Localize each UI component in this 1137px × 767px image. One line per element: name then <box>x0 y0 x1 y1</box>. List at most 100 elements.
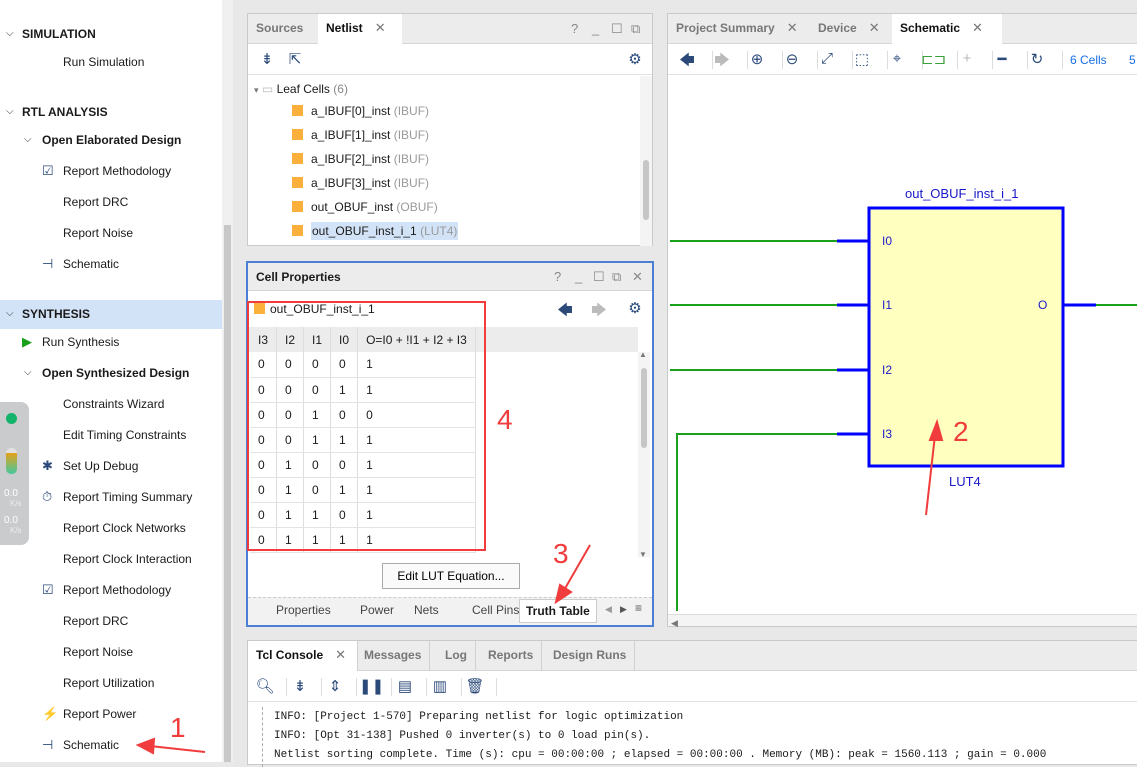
close-icon[interactable]: ✕ <box>375 20 386 35</box>
pin-i2[interactable]: I2 <box>882 363 892 377</box>
maximize-icon[interactable]: ☐ <box>593 269 605 285</box>
cell-icon[interactable]: ⊏⊐ <box>921 50 946 68</box>
flow-item[interactable]: Report Power <box>63 707 136 721</box>
collapse-all-icon[interactable]: ⇟ <box>289 677 311 695</box>
back-arrow-icon[interactable]: 🡄 <box>554 300 576 325</box>
schematic-canvas[interactable] <box>668 76 1137 616</box>
expand-all-icon[interactable]: ⇱ <box>284 50 306 68</box>
scroll-left-icon[interactable]: ◀ <box>605 604 612 615</box>
flow-item[interactable]: Report Clock Networks <box>63 521 186 535</box>
flow-item[interactable]: SYNTHESIS <box>22 307 90 321</box>
annotation-2: 2 <box>953 416 969 447</box>
tab-reports[interactable]: Reports <box>480 641 543 671</box>
maximize-icon[interactable]: ☐ <box>611 21 623 37</box>
flow-item[interactable]: RTL ANALYSIS <box>22 105 108 119</box>
pin-i0[interactable]: I0 <box>882 234 892 248</box>
netlist-cell[interactable]: a_IBUF[1]_inst (IBUF) <box>292 128 429 142</box>
tab-tcl-console[interactable]: Tcl Console ✕ <box>248 641 358 671</box>
columns-icon[interactable]: ▥ <box>429 677 451 695</box>
pin-i1[interactable]: I1 <box>882 298 892 312</box>
pin-o[interactable]: O <box>1038 298 1047 312</box>
flow-item[interactable]: Run Simulation <box>63 55 144 69</box>
netlist-cell[interactable]: a_IBUF[3]_inst (IBUF) <box>292 176 429 190</box>
netlist-cell[interactable]: out_OBUF_inst_i_1 (LUT4) <box>292 222 459 240</box>
flow-item[interactable]: Report Timing Summary <box>63 490 192 504</box>
tab-sources[interactable]: Sources <box>248 14 311 44</box>
console-line: Netlist sorting complete. Time (s): cpu … <box>274 749 1047 761</box>
flow-item[interactable]: Constraints Wizard <box>63 397 164 411</box>
expand-icon[interactable]: + <box>956 50 978 67</box>
tab-schematic[interactable]: Schematic ✕ <box>892 14 1002 44</box>
flow-item[interactable]: Report Noise <box>63 226 133 240</box>
minimize-icon[interactable]: _ <box>592 21 599 36</box>
forward-arrow-icon[interactable]: 🡆 <box>588 300 610 325</box>
flow-item[interactable]: Report DRC <box>63 195 128 209</box>
netlist-cell[interactable]: out_OBUF_inst (OBUF) <box>292 200 438 214</box>
flow-item[interactable]: Open Elaborated Design <box>42 133 181 147</box>
tab-power[interactable]: Power <box>354 599 400 621</box>
collapse-icon[interactable]: ━ <box>991 50 1013 68</box>
crosshair-icon[interactable]: ⌖ <box>886 50 908 67</box>
leaf-cells-folder[interactable]: ▾ ▭ Leaf Cells (6) <box>254 82 348 96</box>
refresh-icon[interactable]: ↻ <box>1026 50 1048 68</box>
flow-item[interactable]: Report Methodology <box>63 583 171 597</box>
float-icon[interactable]: ⧉ <box>631 21 640 37</box>
flow-item[interactable]: Report DRC <box>63 614 128 628</box>
annotation-1: 1 <box>170 712 186 743</box>
cells-link[interactable]: 6 Cells <box>1070 53 1107 67</box>
tab-cell-pins[interactable]: Cell Pins <box>466 599 525 621</box>
tab-properties[interactable]: Properties <box>270 599 337 621</box>
flow-item[interactable]: Report Utilization <box>63 676 154 690</box>
tab-messages[interactable]: Messages <box>356 641 431 671</box>
flow-item[interactable]: Edit Timing Constraints <box>63 428 186 442</box>
tab-truth-table[interactable]: Truth Table <box>519 599 597 623</box>
netlist-cell[interactable]: a_IBUF[0]_inst (IBUF) <box>292 104 429 118</box>
pause-icon[interactable]: ❚❚ <box>359 677 384 695</box>
flow-item[interactable]: Schematic <box>63 257 119 271</box>
back-icon[interactable]: 🡄 <box>676 50 698 75</box>
zoom-in-icon[interactable]: ⊕ <box>746 50 768 68</box>
tab-menu-icon[interactable]: ≡ <box>635 601 642 615</box>
flow-item[interactable]: Report Clock Interaction <box>63 552 192 566</box>
zoom-fit-icon[interactable]: ⤢ <box>816 50 838 67</box>
tab-netlist[interactable]: Netlist ✕ <box>318 14 402 44</box>
flow-item[interactable]: Run Synthesis <box>42 335 119 349</box>
help-icon[interactable]: ? <box>554 269 561 284</box>
forward-icon[interactable]: 🡆 <box>711 50 733 75</box>
help-icon[interactable]: ? <box>571 21 578 36</box>
flow-navigator-scrollbar[interactable] <box>222 0 233 762</box>
flow-item[interactable]: Set Up Debug <box>63 459 138 473</box>
truth-table-scrollbar[interactable]: ▲ ▼ <box>638 350 650 559</box>
pin-i3[interactable]: I3 <box>882 427 892 441</box>
select-area-icon[interactable]: ⬚ <box>851 50 873 68</box>
tab-log[interactable]: Log <box>437 641 476 671</box>
netlist-cell[interactable]: a_IBUF[2]_inst (IBUF) <box>292 152 429 166</box>
scroll-right-icon[interactable]: ▶ <box>620 604 627 615</box>
tab-device[interactable]: Device ✕ <box>810 14 888 44</box>
schematic-hscrollbar[interactable]: ◀ <box>668 614 1137 628</box>
flow-item[interactable]: SIMULATION <box>22 27 96 41</box>
tab-design-runs[interactable]: Design Runs <box>545 641 636 671</box>
zoom-out-icon[interactable]: ⊖ <box>781 50 803 68</box>
float-icon[interactable]: ⧉ <box>612 269 621 285</box>
tab-project-summary[interactable]: Project Summary ✕ <box>668 14 806 44</box>
gear-icon[interactable]: ⚙ <box>624 50 646 68</box>
clipboard-check-icon: ☑ <box>42 582 54 597</box>
flow-item[interactable]: Open Synthesized Design <box>42 366 189 380</box>
trash-icon[interactable]: 🗑︎ <box>464 677 486 695</box>
copy-icon[interactable]: ▤ <box>394 677 416 695</box>
flow-item[interactable]: Schematic <box>63 738 119 752</box>
search-icon[interactable]: 🔍︎ <box>254 677 276 695</box>
nets-link[interactable]: 5 <box>1129 53 1136 67</box>
flow-item[interactable]: Report Methodology <box>63 164 171 178</box>
tab-nets[interactable]: Nets <box>408 599 445 621</box>
collapse-all-icon[interactable]: ⇟ <box>256 50 278 68</box>
edit-lut-equation-button[interactable]: Edit LUT Equation... <box>382 563 520 589</box>
expand-all-icon[interactable]: ⇕ <box>324 677 346 695</box>
close-icon[interactable]: ✕ <box>632 269 643 285</box>
flow-navigator: ⌵ SIMULATION Run Simulation ⌵ RTL ANALYSIS ⌵ O… <box>0 0 222 762</box>
gear-icon[interactable]: ⚙ <box>624 299 646 317</box>
minimize-icon[interactable]: _ <box>575 269 582 284</box>
flow-item[interactable]: Report Noise <box>63 645 133 659</box>
netlist-scrollbar[interactable] <box>640 76 652 246</box>
